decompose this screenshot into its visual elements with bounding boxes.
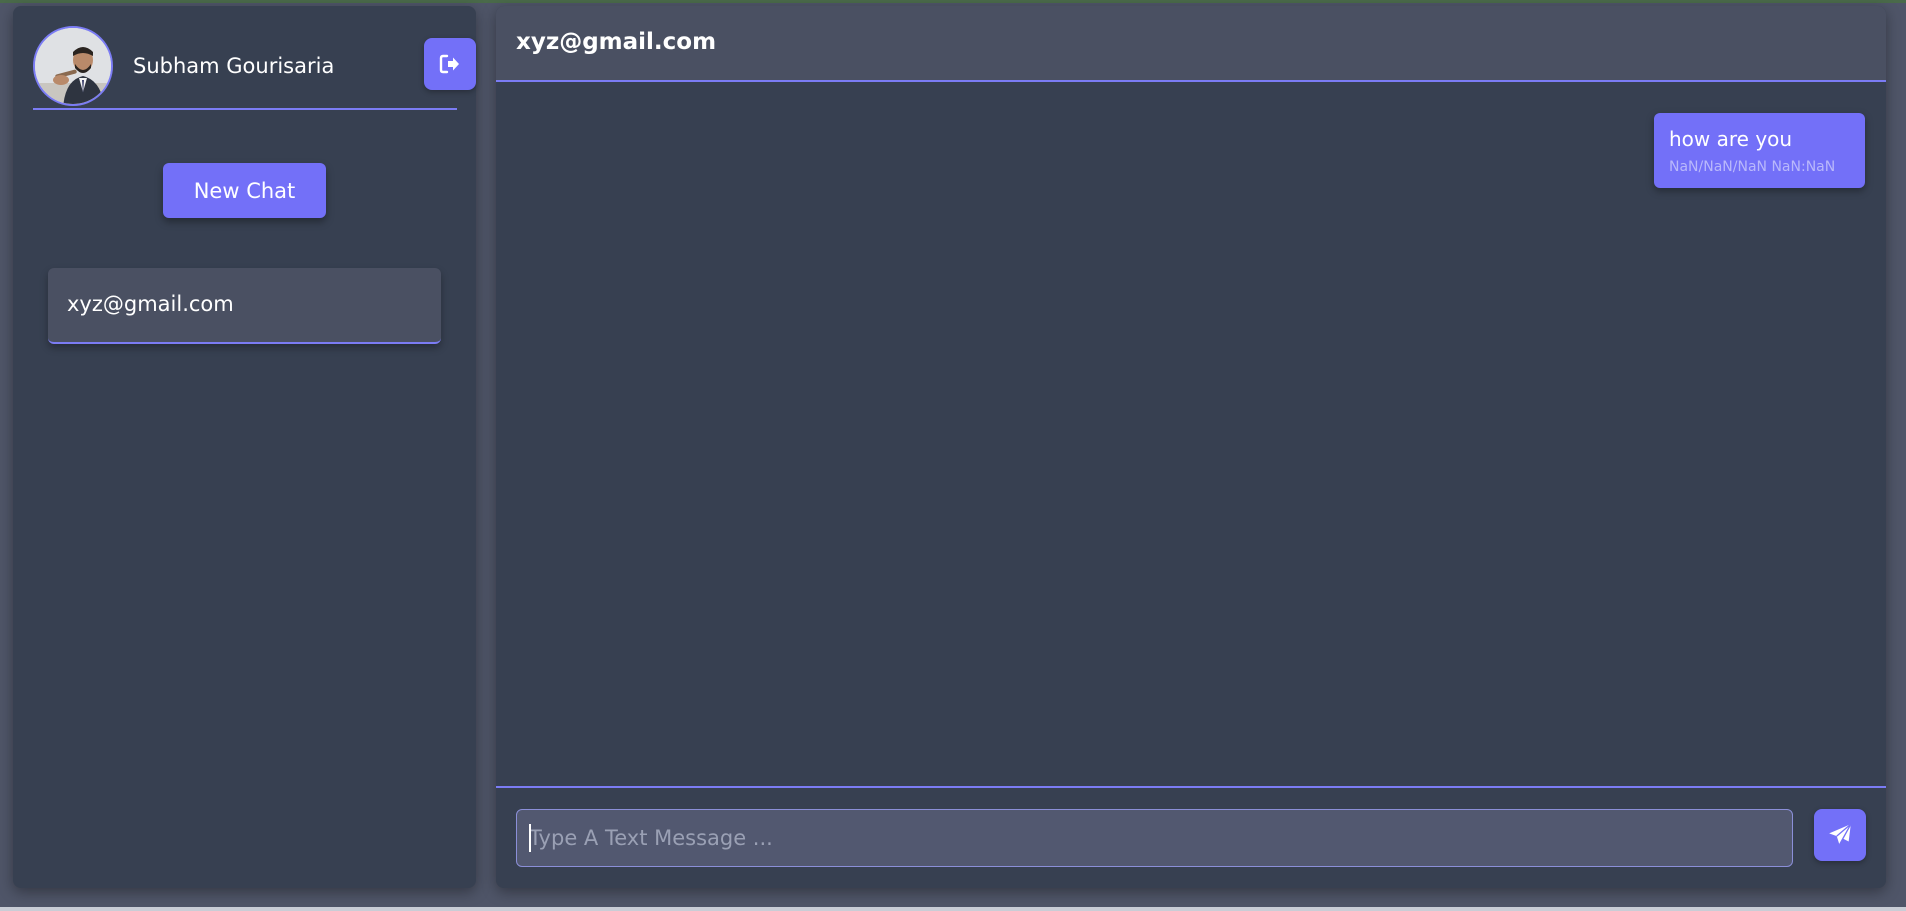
avatar bbox=[33, 26, 113, 106]
message-composer bbox=[496, 786, 1886, 888]
message-bubble-outgoing: how are you NaN/NaN/NaN NaN:NaN bbox=[1654, 113, 1865, 188]
contact-email: xyz@gmail.com bbox=[67, 292, 234, 316]
logout-icon bbox=[439, 54, 459, 74]
avatar-photo-icon bbox=[35, 28, 111, 104]
profile-header: Subham Gourisaria bbox=[33, 26, 476, 110]
chat-title: xyz@gmail.com bbox=[516, 29, 717, 55]
message-text: how are you bbox=[1669, 127, 1793, 151]
chat-header: xyz@gmail.com bbox=[496, 6, 1886, 82]
message-input[interactable] bbox=[516, 809, 1793, 867]
message-timestamp: NaN/NaN/NaN NaN:NaN bbox=[1669, 159, 1836, 175]
send-button[interactable] bbox=[1814, 809, 1866, 861]
user-name: Subham Gourisaria bbox=[133, 54, 335, 78]
paper-plane-icon bbox=[1829, 823, 1852, 846]
logout-button[interactable] bbox=[424, 38, 476, 90]
new-chat-button[interactable]: New Chat bbox=[163, 163, 326, 218]
window-bottom-border bbox=[0, 907, 1906, 911]
sidebar: Subham Gourisaria New Chat xyz@gmail.com bbox=[13, 6, 476, 888]
contact-list-item[interactable]: xyz@gmail.com bbox=[48, 268, 441, 344]
window-top-border bbox=[0, 0, 1906, 3]
text-caret bbox=[529, 824, 531, 852]
chat-panel: xyz@gmail.com how are you NaN/NaN/NaN Na… bbox=[496, 6, 1886, 888]
